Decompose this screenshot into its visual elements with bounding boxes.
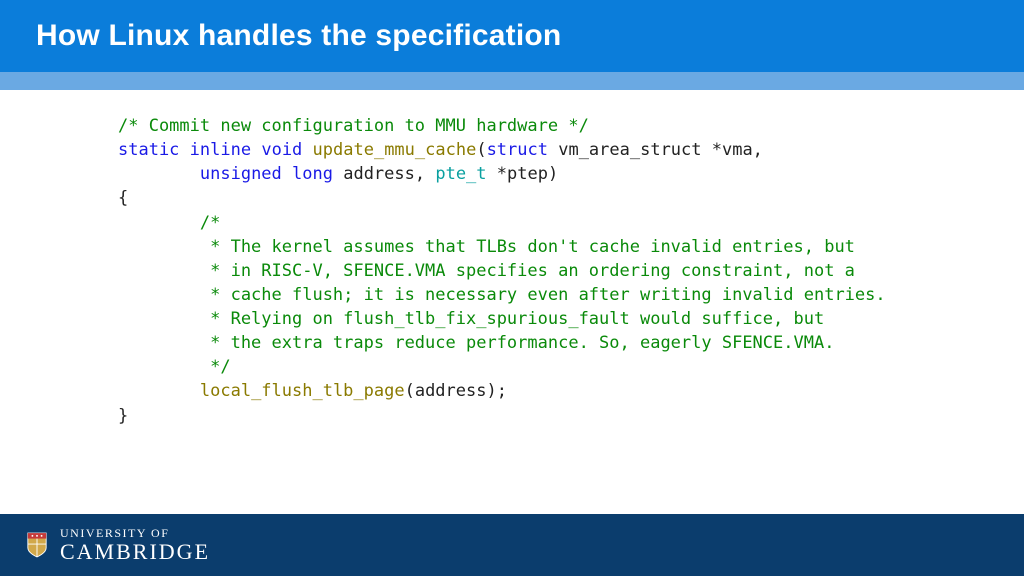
- code-token: *ptep): [487, 164, 559, 184]
- code-comment: /*: [118, 213, 220, 233]
- university-line1: UNIVERSITY OF: [60, 527, 210, 539]
- slide: How Linux handles the specification /* C…: [0, 0, 1024, 576]
- code-type: pte_t: [435, 164, 486, 184]
- code-token: (: [476, 140, 486, 160]
- code-function: update_mmu_cache: [313, 140, 477, 160]
- code-keyword: void: [261, 140, 302, 160]
- title-bar: How Linux handles the specification: [0, 0, 1024, 72]
- code-comment: * the extra traps reduce performance. So…: [118, 333, 834, 353]
- university-shield-icon: [26, 531, 48, 559]
- code-keyword: long: [292, 164, 333, 184]
- code-comment: * The kernel assumes that TLBs don't cac…: [118, 237, 855, 257]
- code-block: /* Commit new configuration to MMU hardw…: [118, 114, 886, 428]
- code-token: vm_area_struct *vma,: [548, 140, 763, 160]
- code-brace: {: [118, 188, 128, 208]
- code-function: local_flush_tlb_page: [200, 381, 405, 401]
- university-line2: CAMBRIDGE: [60, 541, 210, 563]
- code-comment: * Relying on flush_tlb_fix_spurious_faul…: [118, 309, 824, 329]
- code-comment: * in RISC-V, SFENCE.VMA specifies an ord…: [118, 261, 855, 281]
- accent-stripe: [0, 72, 1024, 90]
- code-keyword: unsigned: [200, 164, 282, 184]
- code-token: address,: [333, 164, 435, 184]
- footer: UNIVERSITY OF CAMBRIDGE: [0, 514, 1024, 576]
- slide-title: How Linux handles the specification: [36, 19, 561, 53]
- code-keyword: static: [118, 140, 179, 160]
- university-name: UNIVERSITY OF CAMBRIDGE: [60, 527, 210, 563]
- code-brace: }: [118, 406, 128, 426]
- code-keyword: inline: [190, 140, 251, 160]
- slide-body: /* Commit new configuration to MMU hardw…: [0, 90, 1024, 576]
- code-keyword: struct: [487, 140, 548, 160]
- code-indent: [118, 164, 200, 184]
- code-token: (address);: [405, 381, 507, 401]
- code-comment: /* Commit new configuration to MMU hardw…: [118, 116, 589, 136]
- code-indent: [118, 381, 200, 401]
- code-comment: */: [118, 357, 231, 377]
- code-comment: * cache flush; it is necessary even afte…: [118, 285, 886, 305]
